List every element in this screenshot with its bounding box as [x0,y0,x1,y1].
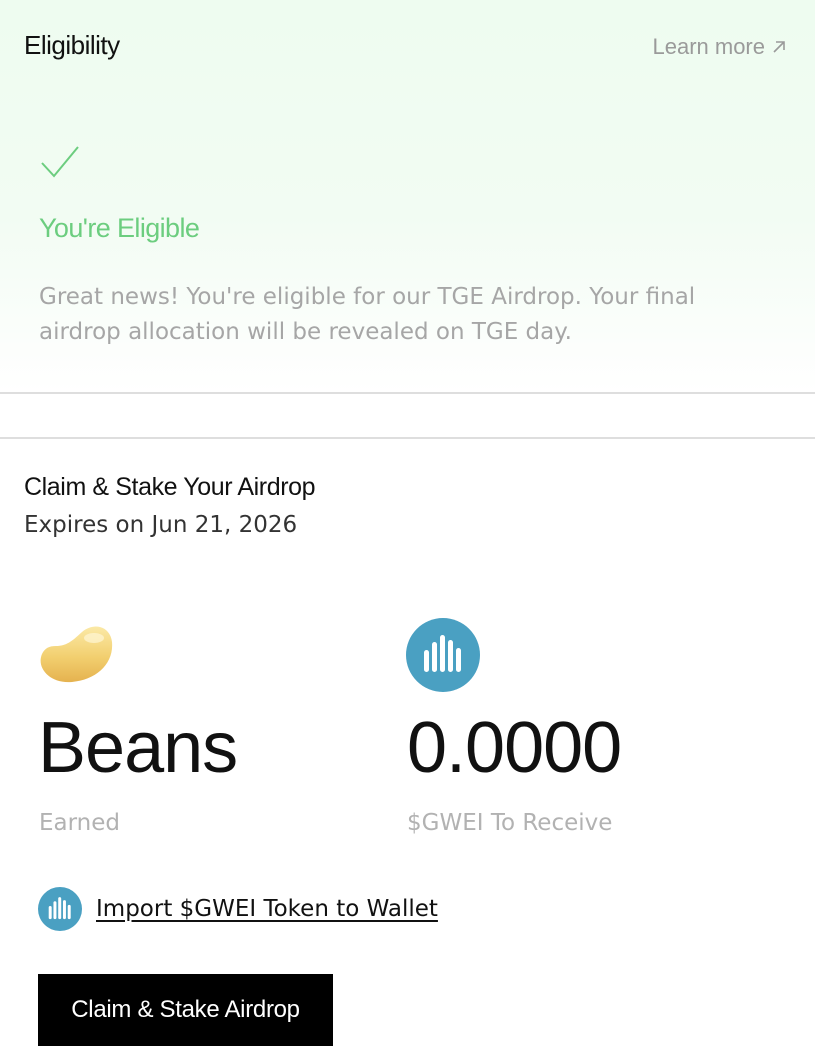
check-icon [41,146,79,178]
learn-more-link[interactable]: Learn more [652,34,787,60]
learn-more-label: Learn more [652,34,765,59]
import-token-link[interactable]: Import $GWEI Token to Wallet [38,887,438,931]
claim-title: Claim & Stake Your Airdrop [24,473,316,501]
claim-stake-button[interactable]: Claim & Stake Airdrop [38,974,333,1046]
gwei-amount: 0.0000 [407,708,622,788]
beans-value: Beans [38,708,238,788]
claim-expiry-date: Expires on Jun 21, 2026 [24,512,298,538]
bean-icon [40,626,113,683]
divider [0,392,815,394]
eligibility-description: Great news! You're eligible for our TGE … [39,284,696,345]
eligibility-section: Eligibility Learn more You're Eligible G… [0,0,815,392]
gwei-token-icon [38,887,82,931]
divider [0,437,815,439]
eligibility-status: You're Eligible [39,213,200,243]
gwei-token-icon [406,618,480,692]
gwei-label: $GWEI To Receive [407,810,613,836]
arrow-up-right-icon [773,41,785,53]
beans-label: Earned [39,810,121,836]
eligibility-title: Eligibility [24,30,120,60]
import-token-label: Import $GWEI Token to Wallet [96,896,438,922]
